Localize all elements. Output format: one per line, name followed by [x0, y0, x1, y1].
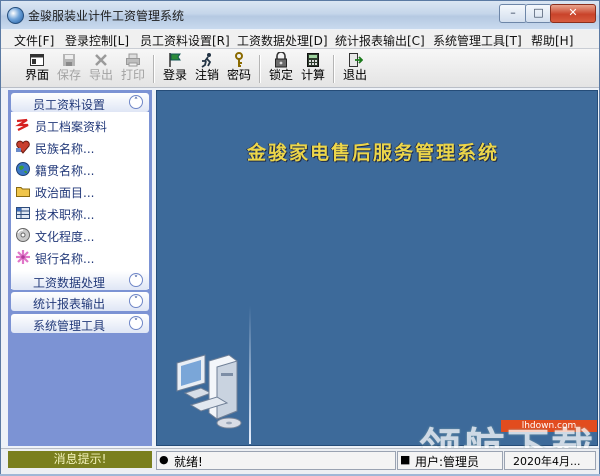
toolbar-exit-button[interactable]: 退出: [341, 51, 369, 85]
app-window: 金骏服装业计件工资管理系统 – □ ✕ 文件[F] 登录控制[L] 员工资料设置…: [0, 0, 600, 474]
key-icon: [231, 52, 247, 68]
title-bar[interactable]: 金骏服装业计件工资管理系统 – □ ✕: [1, 1, 599, 29]
chevron-down-icon[interactable]: ˅: [129, 316, 143, 330]
menu-bar: 文件[F] 登录控制[L] 员工资料设置[R] 工资数据处理[D] 统计报表输出…: [1, 30, 599, 49]
minimize-button[interactable]: –: [499, 4, 527, 23]
status-ready-text: 就绪!: [174, 455, 203, 469]
sidebar-item-label: 技术职称...: [35, 208, 95, 222]
disc-icon: [15, 227, 31, 243]
sidebar-item-list: 员工档案资料 民族名称... 籍贯名称... 政治面目... 技术职称... 文…: [11, 112, 149, 289]
toolbar-login-button[interactable]: 登录: [161, 51, 189, 85]
toolbar-window-button[interactable]: 界面: [23, 51, 51, 85]
sidebar-group-title: 员工资料设置: [33, 98, 106, 112]
status-user-panel: ■ 用户:管理员: [397, 451, 503, 470]
export-icon: [93, 52, 109, 68]
window-icon: [29, 52, 45, 68]
sidebar-group-employee[interactable]: 员工资料设置 ˄: [11, 93, 149, 112]
toolbar-label: 锁定: [268, 68, 293, 82]
sidebar-item-label: 员工档案资料: [35, 120, 108, 134]
employee-file-icon: [15, 117, 31, 133]
sidebar-item-label: 籍贯名称...: [35, 164, 95, 178]
sidebar-group-title: 工资数据处理: [33, 276, 106, 290]
toolbar-label: 界面: [24, 68, 49, 82]
sidebar: 员工资料设置 ˄ 员工档案资料 民族名称... 籍贯名称... 政治面目...: [8, 90, 152, 446]
status-user-text: 用户:管理员: [415, 455, 480, 469]
sidebar-item-employee-file[interactable]: 员工档案资料: [15, 115, 145, 135]
toolbar-separator: [259, 55, 260, 83]
sidebar-item-label: 民族名称...: [35, 142, 95, 156]
app-logo-icon: [7, 7, 24, 24]
sidebar-group-reports[interactable]: 统计报表输出 ˅: [11, 292, 149, 311]
sidebar-item-label: 银行名称...: [35, 252, 95, 266]
toolbar-save-button[interactable]: 保存: [55, 51, 83, 85]
toolbar-separator: [333, 55, 334, 83]
status-ready-panel: ● 就绪!: [156, 451, 396, 470]
toolbar-label: 计算: [300, 68, 325, 82]
menu-wage-data[interactable]: 工资数据处理[D]: [237, 32, 328, 49]
toolbar-label: 保存: [56, 68, 81, 82]
globe-icon: [15, 161, 31, 177]
flower-icon: [15, 249, 31, 265]
main-area: 金骏家电售后服务管理系统: [156, 90, 598, 446]
chevron-down-icon[interactable]: ˅: [129, 294, 143, 308]
chevron-down-icon[interactable]: ˅: [129, 273, 143, 287]
menu-file[interactable]: 文件[F]: [14, 32, 54, 49]
window-title: 金骏服装业计件工资管理系统: [28, 9, 185, 23]
calculator-icon: [305, 52, 321, 68]
toolbar-print-button[interactable]: 打印: [119, 51, 147, 85]
toolbar-logout-button[interactable]: 注销: [193, 51, 221, 85]
sidebar-item-bank[interactable]: 银行名称...: [15, 247, 145, 267]
sidebar-group-system-tools[interactable]: 系统管理工具 ˅: [11, 314, 149, 333]
decorative-line: [249, 306, 251, 444]
computer-icon: [171, 353, 247, 433]
toolbar-label: 打印: [120, 68, 145, 82]
toolbar-label: 导出: [88, 68, 113, 82]
exit-icon: [347, 52, 364, 68]
toolbar: 界面 保存 导出 打印 登录 注销 密码 锁定 计算 退出: [1, 49, 599, 88]
menu-system-tools[interactable]: 系统管理工具[T]: [433, 32, 522, 49]
toolbar-export-button[interactable]: 导出: [87, 51, 115, 85]
sidebar-item-tech-title[interactable]: 技术职称...: [15, 203, 145, 223]
sidebar-item-ethnic[interactable]: 民族名称...: [15, 137, 145, 157]
heart-icon: [15, 139, 31, 155]
status-date-text: 2020年4月...: [513, 455, 581, 468]
sidebar-group-wage-data[interactable]: 工资数据处理 ˅: [11, 271, 149, 290]
toolbar-password-button[interactable]: 密码: [225, 51, 253, 85]
folder-icon: [15, 183, 31, 199]
toolbar-label: 注销: [194, 68, 219, 82]
menu-employee[interactable]: 员工资料设置[R]: [140, 32, 230, 49]
status-date-panel: 2020年4月...: [504, 451, 596, 470]
menu-login[interactable]: 登录控制[L]: [65, 32, 129, 49]
message-tip: 消息提示!: [8, 451, 152, 468]
banner-title: 金骏家电售后服务管理系统: [247, 142, 500, 164]
sidebar-item-label: 政治面目...: [35, 186, 95, 200]
grid-icon: [15, 205, 31, 221]
save-icon: [61, 52, 77, 68]
toolbar-separator: [153, 55, 154, 83]
menu-help[interactable]: 帮助[H]: [531, 32, 573, 49]
maximize-button[interactable]: □: [525, 4, 552, 23]
flag-icon: [167, 52, 183, 68]
toolbar-label: 登录: [162, 68, 187, 82]
status-bar: 消息提示! ● 就绪! ■ 用户:管理员 2020年4月...: [1, 448, 599, 474]
toolbar-lock-button[interactable]: 锁定: [267, 51, 295, 85]
toolbar-calculate-button[interactable]: 计算: [299, 51, 327, 85]
sidebar-item-label: 文化程度...: [35, 230, 95, 244]
menu-reports[interactable]: 统计报表输出[C]: [335, 32, 425, 49]
lock-icon: [273, 51, 289, 68]
user-icon: ■: [400, 453, 411, 466]
toolbar-label: 密码: [226, 68, 251, 82]
toolbar-label: 退出: [342, 68, 367, 82]
sidebar-item-political[interactable]: 政治面目...: [15, 181, 145, 201]
info-icon: ●: [159, 453, 169, 466]
runner-icon: [199, 52, 215, 68]
chevron-up-icon[interactable]: ˄: [129, 95, 143, 109]
sidebar-item-education[interactable]: 文化程度...: [15, 225, 145, 245]
print-icon: [125, 52, 141, 68]
sidebar-item-native-place[interactable]: 籍贯名称...: [15, 159, 145, 179]
close-button[interactable]: ✕: [550, 4, 596, 23]
sidebar-group-title: 统计报表输出: [33, 297, 106, 311]
sidebar-group-title: 系统管理工具: [33, 319, 106, 333]
